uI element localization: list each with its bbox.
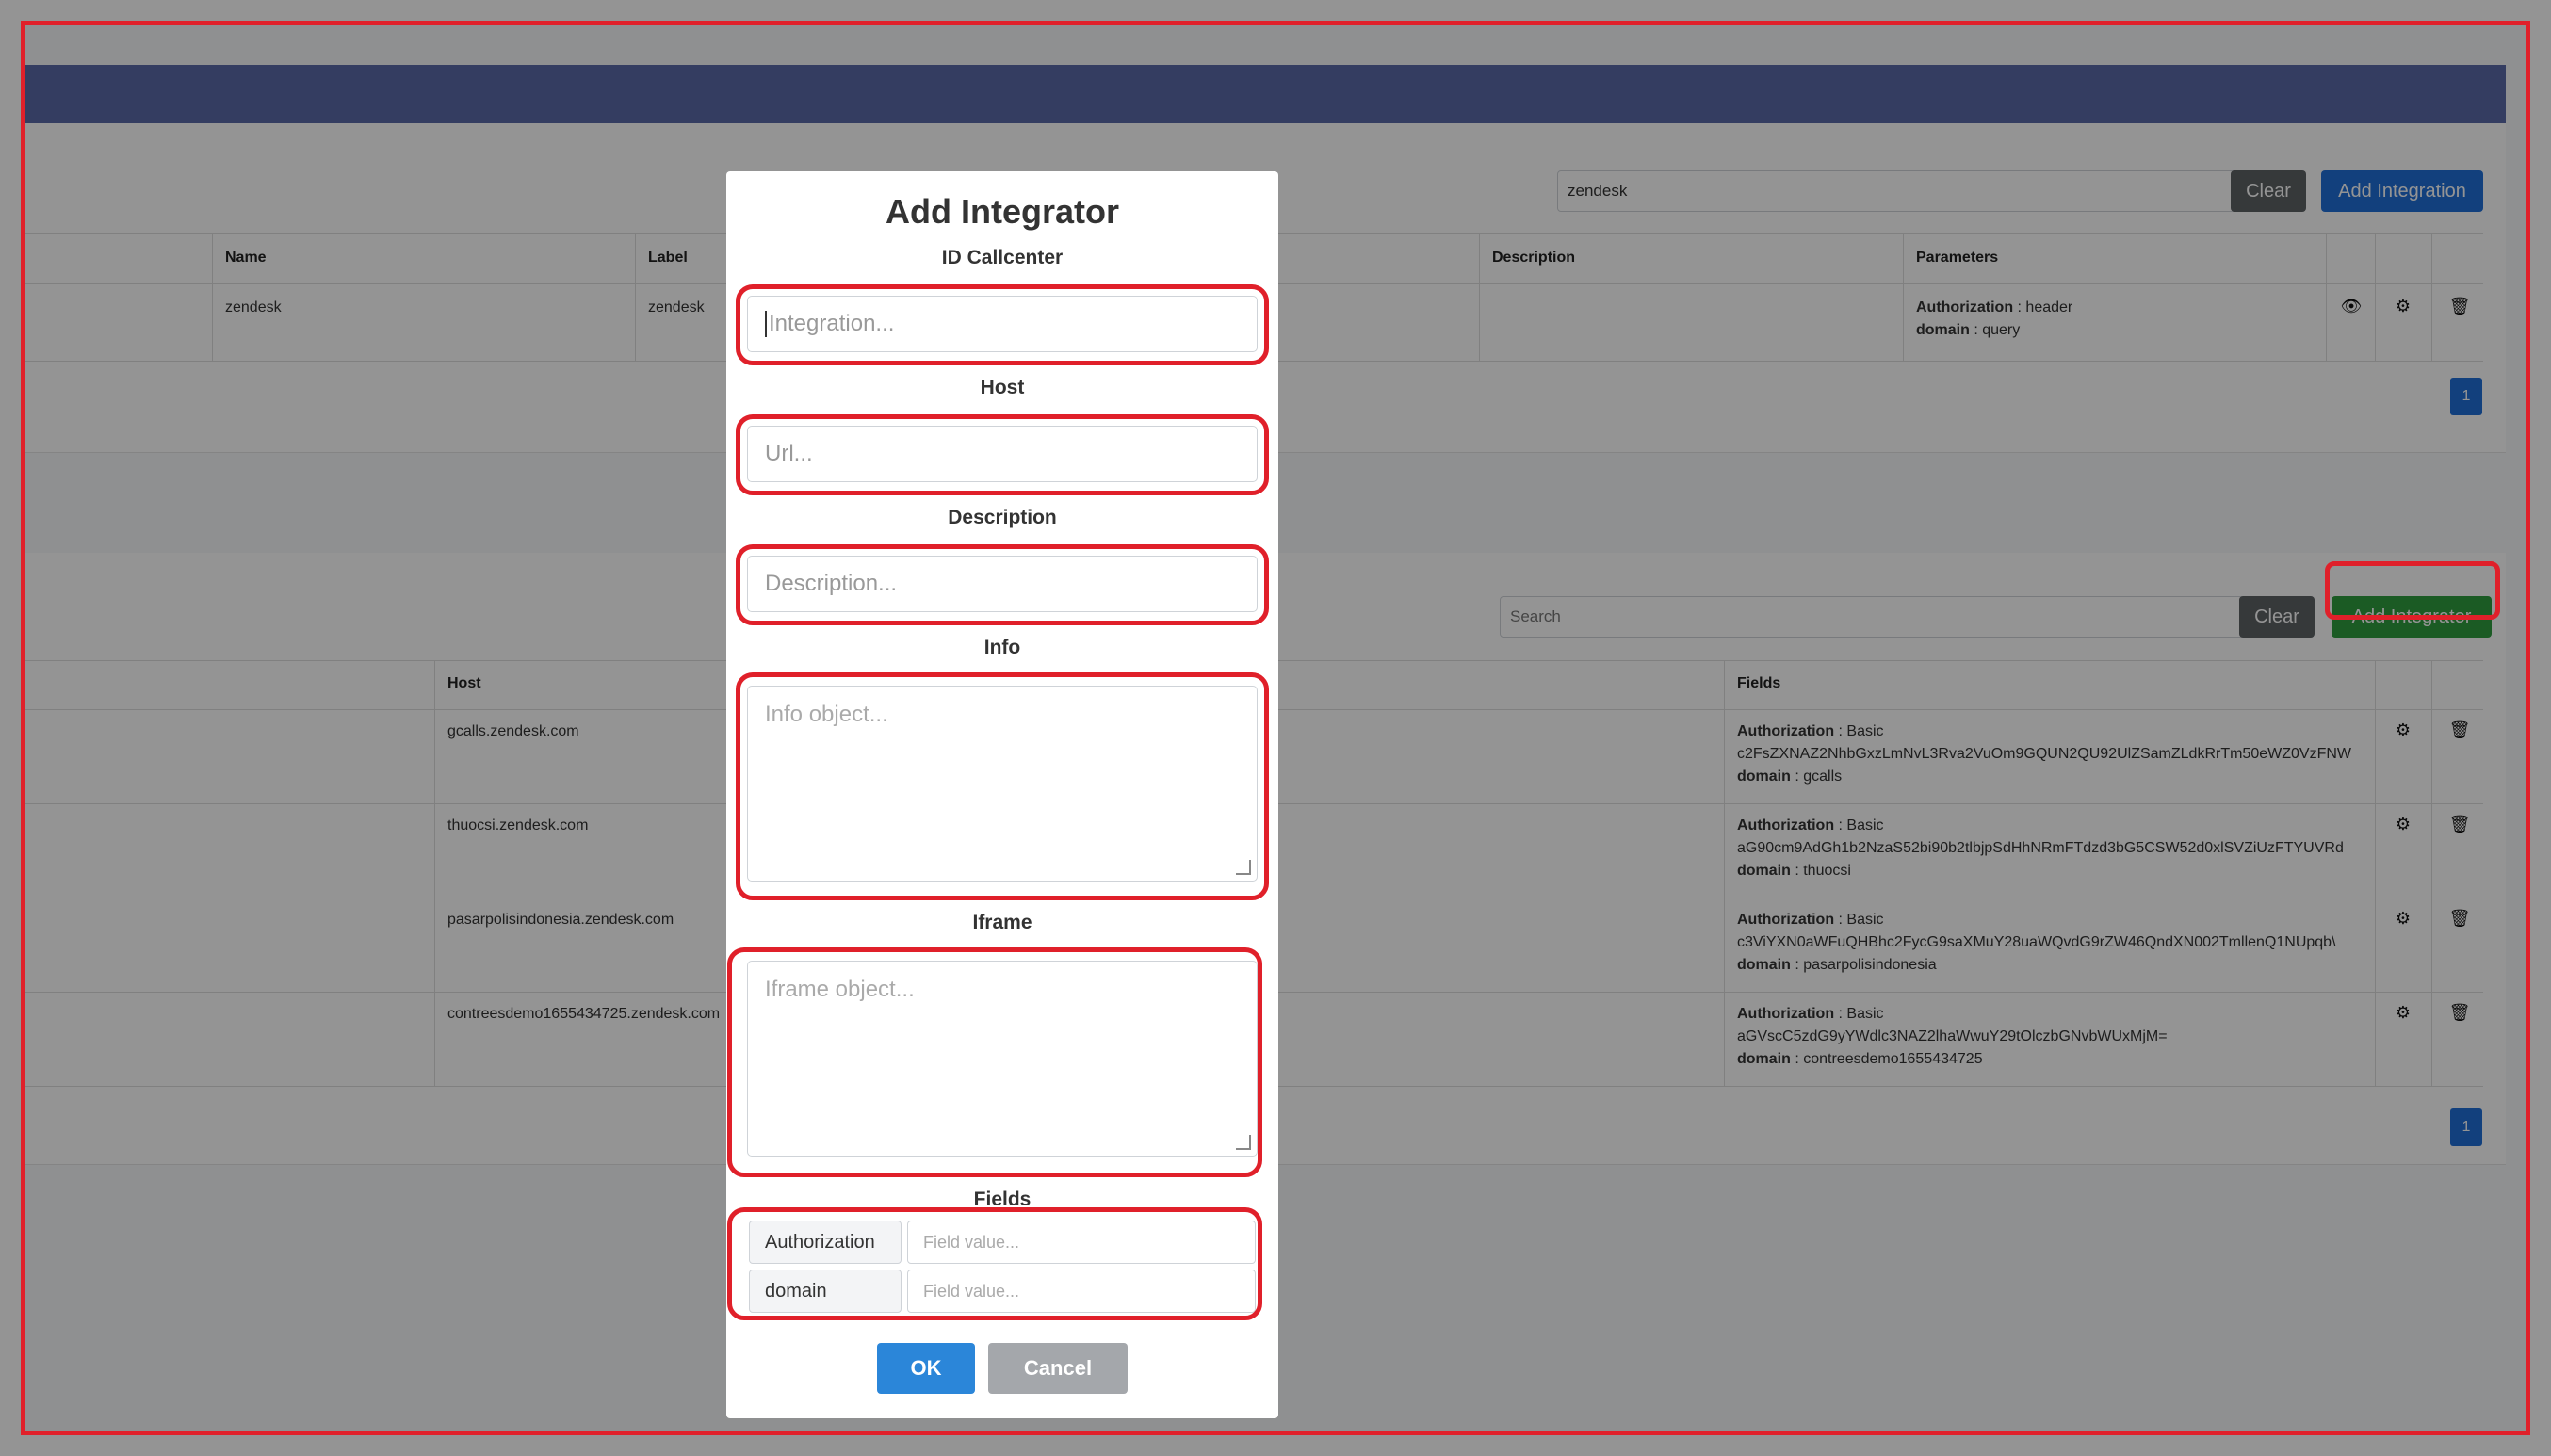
description-input-highlight [736,544,1269,625]
host-input-highlight [736,414,1269,495]
id-input-highlight [736,284,1269,365]
cancel-button[interactable]: Cancel [988,1343,1128,1394]
dialog-title: Add Integrator [886,192,1119,231]
iframe-label: Iframe [972,912,1032,933]
host-label: Host [980,377,1025,398]
id-callcenter-label: ID Callcenter [941,247,1064,268]
ok-button[interactable]: OK [877,1343,975,1394]
iframe-textarea-highlight [727,947,1262,1177]
info-label: Info [983,637,1021,658]
description-label: Description [948,507,1057,528]
fields-highlight [727,1207,1262,1320]
info-textarea-highlight [736,672,1269,900]
add-integrator-highlight [2325,561,2500,620]
